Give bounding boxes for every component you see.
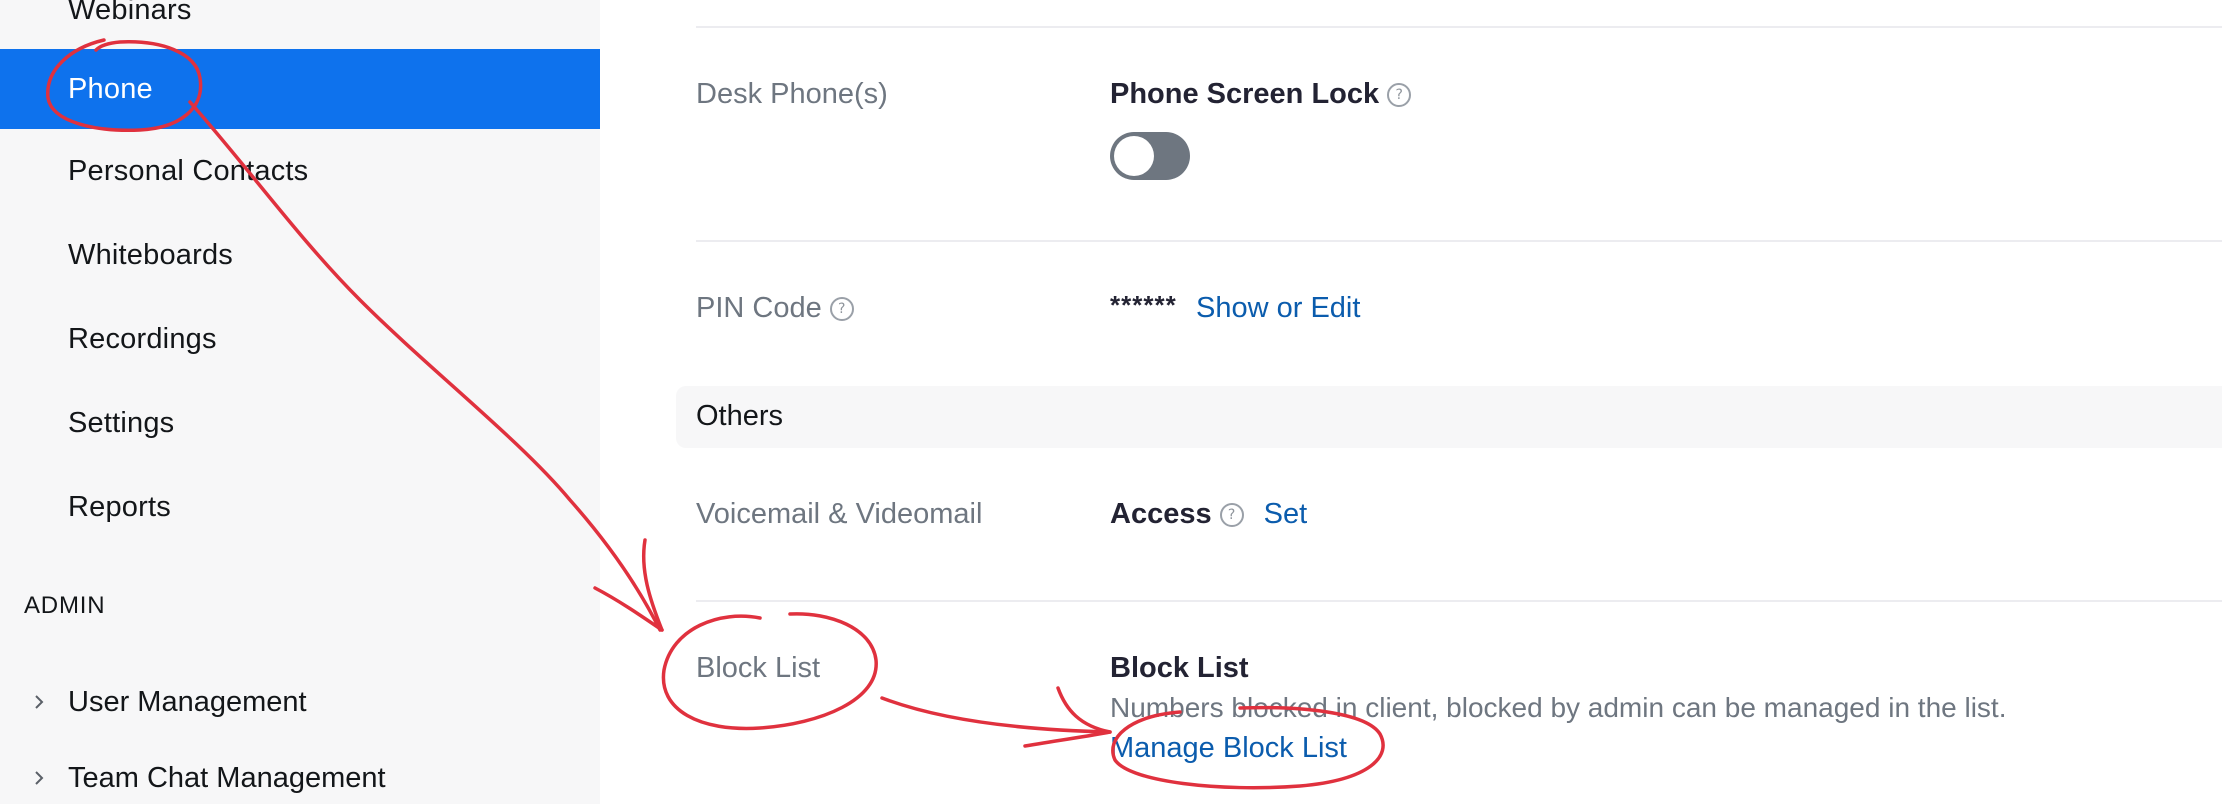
row-divider	[696, 26, 2222, 28]
pin-code-label: PIN Code?	[696, 292, 854, 325]
phone-screen-lock-text: Phone Screen Lock	[1110, 78, 1380, 110]
block-list-label: Block List	[696, 652, 821, 684]
sidebar-item-label: Whiteboards	[68, 238, 233, 271]
help-circle-icon[interactable]: ?	[1219, 503, 1244, 528]
sidebar-item-recordings[interactable]: Recordings	[0, 299, 600, 379]
sidebar-group-label: Team Chat Management	[68, 761, 386, 794]
sidebar-item-label: Recordings	[68, 322, 217, 355]
section-title: Others	[696, 400, 784, 432]
sidebar-group-user-management[interactable]: User Management	[0, 672, 600, 732]
sidebar-item-label: Settings	[68, 406, 175, 439]
help-circle-icon[interactable]: ?	[829, 297, 854, 322]
sidebar-item-phone[interactable]: Phone	[0, 49, 600, 129]
sidebar: Webinars Phone Personal Contacts Whitebo…	[0, 0, 600, 804]
block-list-title: Block List	[1110, 652, 1249, 684]
phone-screen-lock-toggle[interactable]	[1110, 132, 1190, 180]
sidebar-group-label: User Management	[68, 685, 307, 718]
section-header-others: Others	[676, 386, 2222, 448]
sidebar-item-reports[interactable]: Reports	[0, 467, 600, 547]
access-title: Access	[1110, 498, 1212, 530]
chevron-right-icon	[0, 693, 68, 711]
voicemail-label: Voicemail & Videomail	[696, 498, 983, 530]
admin-section-header: ADMIN	[24, 592, 106, 619]
sidebar-item-settings[interactable]: Settings	[0, 383, 600, 463]
sidebar-item-label: Webinars	[68, 0, 192, 26]
show-or-edit-link-wrap: Show or Edit	[1196, 292, 1360, 325]
sidebar-item-webinars[interactable]: Webinars	[0, 0, 600, 50]
sidebar-item-whiteboards[interactable]: Whiteboards	[0, 215, 600, 295]
voicemail-access: Access? Set	[1110, 498, 1307, 531]
chevron-right-icon	[0, 769, 68, 787]
sidebar-item-label: Reports	[68, 490, 171, 523]
settings-panel: Desk Phone(s) Phone Screen Lock? PIN Cod…	[600, 0, 2222, 804]
manage-block-list-link[interactable]: Manage Block List	[1110, 732, 1347, 764]
set-link[interactable]: Set	[1264, 498, 1308, 530]
row-divider	[696, 240, 2222, 242]
block-list-description: Numbers blocked in client, blocked by ad…	[1110, 692, 2007, 723]
pin-code-value: ******	[1110, 290, 1177, 320]
toggle-knob	[1114, 136, 1154, 176]
sidebar-item-personal-contacts[interactable]: Personal Contacts	[0, 131, 600, 211]
screen: Webinars Phone Personal Contacts Whitebo…	[0, 0, 2222, 804]
sidebar-group-team-chat-management[interactable]: Team Chat Management	[0, 748, 600, 804]
sidebar-item-label: Phone	[68, 72, 153, 105]
row-divider	[696, 600, 2222, 602]
manage-block-list-wrap: Manage Block List	[1110, 732, 1347, 765]
show-or-edit-link[interactable]: Show or Edit	[1196, 292, 1360, 324]
desk-phone-label: Desk Phone(s)	[696, 78, 888, 110]
help-circle-icon[interactable]: ?	[1387, 83, 1412, 108]
pin-code-label-text: PIN Code	[696, 292, 822, 324]
phone-screen-lock-title: Phone Screen Lock?	[1110, 78, 1412, 111]
sidebar-item-label: Personal Contacts	[68, 154, 309, 187]
